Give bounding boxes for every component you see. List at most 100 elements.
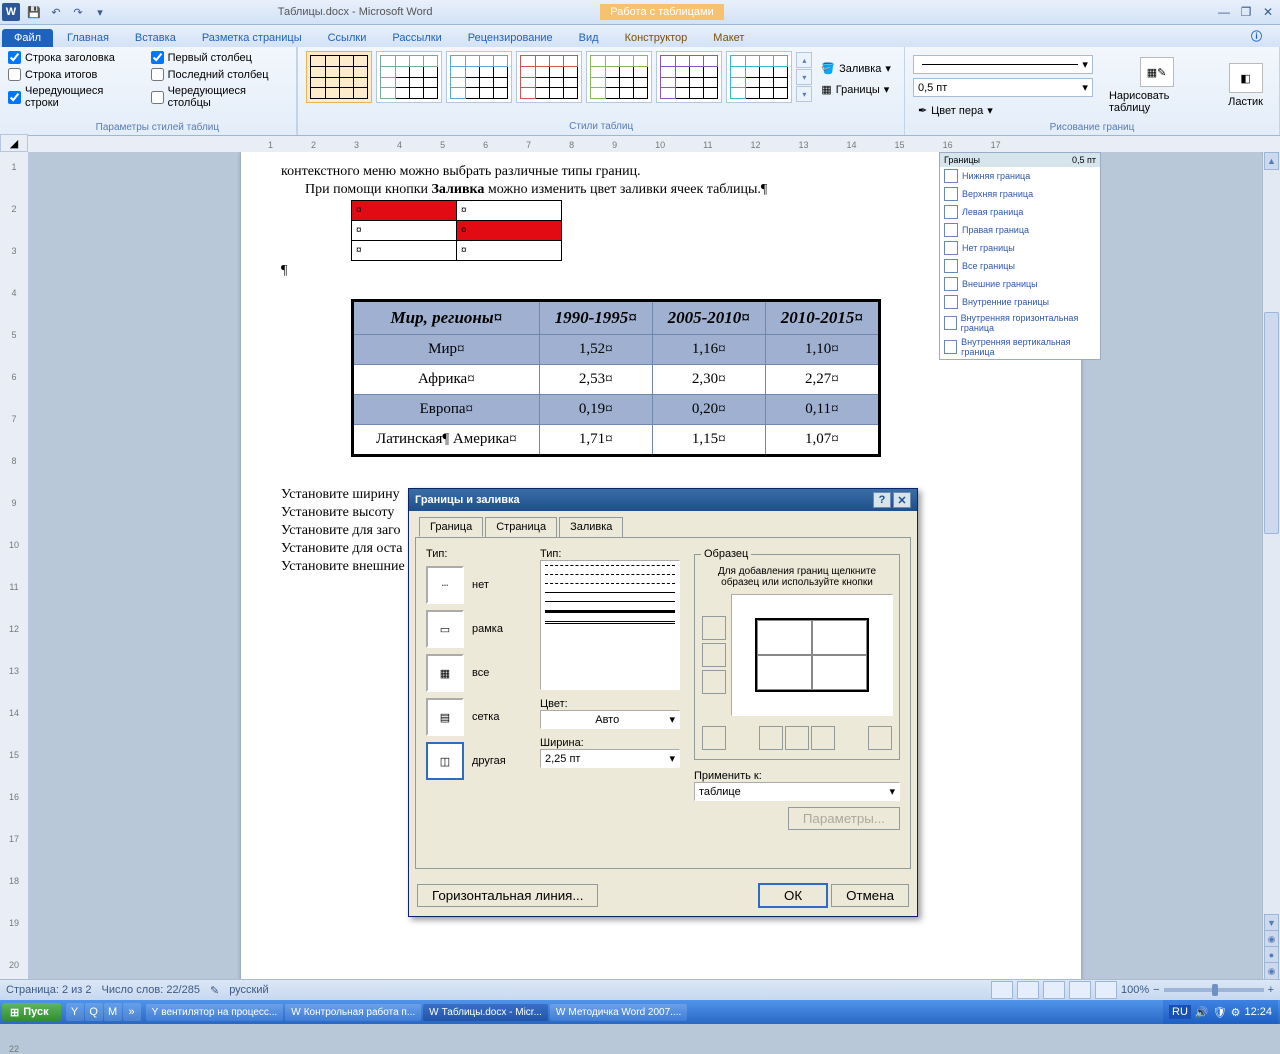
table-header[interactable]: 1990-1995¤ [539,301,652,335]
type-none[interactable]: ┈нет [426,566,526,604]
chk-banded-cols[interactable]: Чередующиеся столбцы [151,85,289,109]
style-thumb[interactable] [446,51,512,103]
table-header[interactable]: 2005-2010¤ [652,301,765,335]
draw-table-button[interactable]: ▦✎Нарисовать таблицу [1101,51,1212,120]
task-item[interactable]: WКонтрольная работа п... [285,1004,421,1021]
status-words[interactable]: Число слов: 22/285 [102,984,200,996]
tab-insert[interactable]: Вставка [123,29,188,47]
chk-banded-rows[interactable]: Чередующиеся строки [8,85,137,109]
style-thumb[interactable] [516,51,582,103]
task-item-active[interactable]: WТаблицы.docx - Micr... [423,1004,548,1021]
table-header[interactable]: 2010-2015¤ [765,301,879,335]
borders-button[interactable]: ▦Границы ▾ [816,80,896,99]
tab-page-layout[interactable]: Разметка страницы [190,29,314,47]
tray-icon[interactable]: 🔊 [1195,1006,1209,1019]
status-page[interactable]: Страница: 2 из 2 [6,984,92,996]
border-bottom-btn[interactable] [702,670,726,694]
view-outline[interactable] [1069,981,1091,999]
task-item[interactable]: Yвентилятор на процесс... [146,1004,284,1021]
table-cell[interactable]: Европа¤ [353,395,540,425]
table-cell[interactable]: 1,71¤ [539,425,652,456]
table-cell[interactable]: 2,27¤ [765,365,879,395]
task-item[interactable]: WМетодичка Word 2007.... [550,1004,687,1021]
tab-view[interactable]: Вид [567,29,611,47]
table-cell[interactable]: 2,53¤ [539,365,652,395]
border-left-btn[interactable] [759,726,783,750]
ok-button[interactable]: ОК [758,883,828,908]
table-cell[interactable]: 1,10¤ [765,335,879,365]
width-dropdown[interactable]: 2,25 пт▾ [540,749,680,768]
status-lang[interactable]: русский [229,984,268,996]
dialog-tab-page[interactable]: Страница [485,517,557,537]
dialog-help-icon[interactable]: ? [873,492,891,508]
dialog-tab-border[interactable]: Граница [419,517,483,537]
proofing-icon[interactable]: ✎ [210,984,219,997]
close-icon[interactable]: ✕ [1258,5,1278,19]
table-cell[interactable]: Латинская¶ Америка¤ [353,425,540,456]
border-hmid-btn[interactable] [702,643,726,667]
restore-icon[interactable]: ❐ [1236,5,1256,19]
style-thumb[interactable] [306,51,372,103]
qat-more-icon[interactable]: ▾ [90,2,110,22]
tab-references[interactable]: Ссылки [316,29,379,47]
save-icon[interactable]: 💾 [24,2,44,22]
redo-icon[interactable]: ↷ [68,2,88,22]
table-cell[interactable]: 1,15¤ [652,425,765,456]
table-cell[interactable]: 0,20¤ [652,395,765,425]
scroll-up-icon[interactable]: ▲ [1264,152,1279,170]
tab-file[interactable]: Файл [2,29,53,47]
table-cell[interactable]: 0,19¤ [539,395,652,425]
undo-icon[interactable]: ↶ [46,2,66,22]
cancel-button[interactable]: Отмена [831,884,909,907]
table-cell[interactable]: 0,11¤ [765,395,879,425]
ql-icon[interactable]: » [123,1003,141,1021]
clock[interactable]: 12:24 [1244,1006,1272,1018]
border-vmid-btn[interactable] [785,726,809,750]
line-style-list[interactable] [540,560,680,690]
tab-design[interactable]: Конструктор [613,29,700,47]
apply-to-dropdown[interactable]: таблице▾ [694,782,900,801]
ruler-corner[interactable]: ◢ [0,134,28,152]
tab-review[interactable]: Рецензирование [456,29,565,47]
table-cell[interactable]: Африка¤ [353,365,540,395]
line-style-dropdown[interactable]: ▾ [913,55,1093,74]
ql-icon[interactable]: Q [85,1003,103,1021]
dialog-tab-fill[interactable]: Заливка [559,517,623,537]
ruler-vertical[interactable]: 12345678910111213141516171819202122 [0,152,29,980]
style-thumb[interactable] [586,51,652,103]
tray-icon[interactable]: ⚙ [1231,1006,1241,1019]
border-diag1-btn[interactable] [702,726,726,750]
color-dropdown[interactable]: Авто▾ [540,710,680,729]
tab-home[interactable]: Главная [55,29,121,47]
start-button[interactable]: ⊞Пуск [2,1003,61,1022]
sample-preview[interactable] [731,594,893,716]
border-top-btn[interactable] [702,616,726,640]
style-gallery-more[interactable]: ▴▾▾ [796,52,812,102]
ql-icon[interactable]: Y [66,1003,84,1021]
table-cell[interactable]: 1,16¤ [652,335,765,365]
style-thumb[interactable] [656,51,722,103]
vertical-scrollbar[interactable]: ▲ ▼ ◉ ● ◉ [1262,152,1280,980]
help-icon[interactable]: ⓘ [1243,25,1270,47]
type-custom[interactable]: ◫другая [426,742,526,780]
hline-button[interactable]: Горизонтальная линия... [417,884,598,907]
border-diag2-btn[interactable] [868,726,892,750]
table-header[interactable]: Мир, регионы¤ [353,301,540,335]
table-cell[interactable]: 1,52¤ [539,335,652,365]
table-cell[interactable]: 2,30¤ [652,365,765,395]
pen-color-button[interactable]: ✒Цвет пера ▾ [913,101,1093,120]
scroll-thumb[interactable] [1264,312,1279,534]
lang-indicator[interactable]: RU [1169,1005,1191,1019]
zoom-value[interactable]: 100% [1121,984,1149,996]
type-all[interactable]: ▦все [426,654,526,692]
chk-header-row[interactable]: Строка заголовка [8,51,137,64]
eraser-button[interactable]: ◧Ластик [1220,51,1271,120]
table-cell[interactable]: 1,07¤ [765,425,879,456]
main-table[interactable]: Мир, регионы¤1990-1995¤2005-2010¤2010-20… [351,299,881,457]
minimize-icon[interactable]: ― [1214,5,1234,19]
dialog-close-icon[interactable]: ✕ [893,492,911,508]
tab-mailings[interactable]: Рассылки [380,29,453,47]
system-tray[interactable]: RU 🔊 🛡 ⚙ 12:24 [1163,1000,1278,1024]
small-table[interactable]: ¤¤ ¤¤ ¤¤ [351,200,562,261]
chk-total-row[interactable]: Строка итогов [8,68,137,81]
